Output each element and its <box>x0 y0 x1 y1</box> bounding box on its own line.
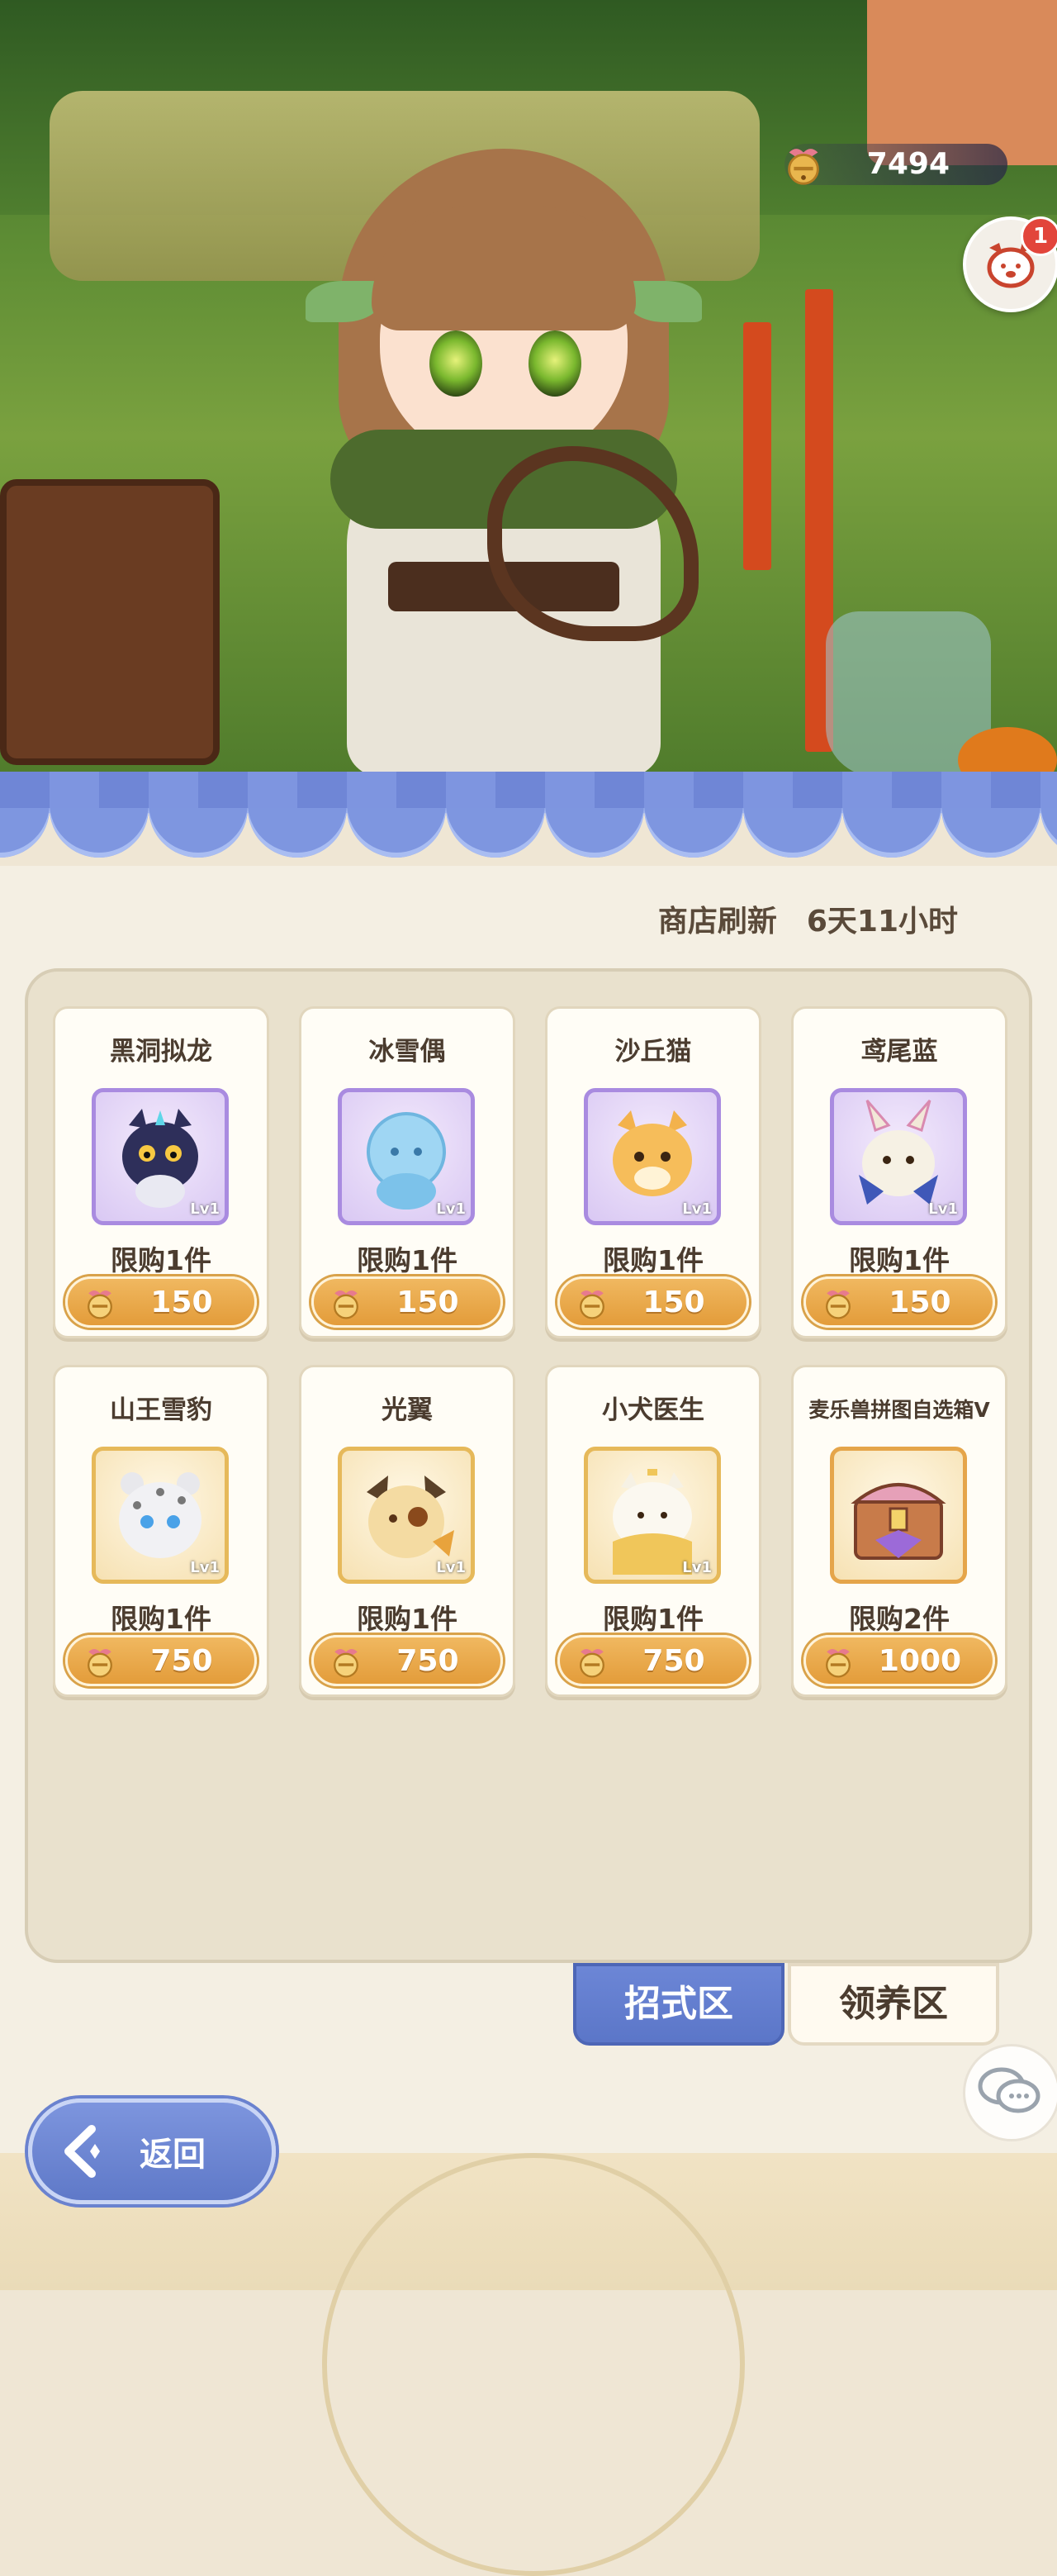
back-label: 返回 <box>140 2136 206 2174</box>
purchase-limit: 限购1件 <box>111 1603 211 1635</box>
back-arrow-icon <box>64 2125 100 2178</box>
bell-currency-icon <box>826 1649 851 1678</box>
game-scene <box>0 0 1057 793</box>
buy-button[interactable]: 1000 <box>803 1635 995 1686</box>
item-portrait: Lv1 <box>338 1088 475 1225</box>
item-price: 150 <box>889 1286 951 1319</box>
item-portrait: Lv1 <box>338 1447 475 1584</box>
shop-item-card[interactable]: 麦乐兽拼图自选箱Ⅴ 限购2件 1000 <box>791 1365 1007 1697</box>
shop-item-card[interactable]: 光翼 Lv1 限购1件 750 <box>299 1365 515 1697</box>
shop-item-card[interactable]: 鸢尾蓝 Lv1 限购1件 150 <box>791 1006 1007 1338</box>
buy-button[interactable]: 150 <box>65 1276 257 1328</box>
item-price: 150 <box>396 1286 459 1319</box>
bell-currency-icon <box>826 1290 851 1319</box>
house-wall <box>867 0 1057 165</box>
item-price: 750 <box>396 1644 459 1678</box>
suitcase-prop <box>0 479 220 765</box>
bell-currency-icon <box>88 1649 112 1678</box>
tab-moves[interactable]: 招式区 <box>573 1963 784 2046</box>
buy-button[interactable]: 750 <box>65 1635 257 1686</box>
shop-item-card[interactable]: 山王雪豹 Lv1 限购1件 750 <box>53 1365 269 1697</box>
treasure-chest-icon <box>851 1483 946 1560</box>
item-portrait: Lv1 <box>830 1088 967 1225</box>
item-price: 150 <box>150 1286 213 1319</box>
bell-currency-icon <box>788 149 819 185</box>
purchase-limit: 限购1件 <box>603 1603 704 1635</box>
item-name: 麦乐兽拼图自选箱Ⅴ <box>808 1398 990 1422</box>
purchase-limit: 限购1件 <box>849 1244 950 1276</box>
back-button[interactable]: 返回 <box>28 2098 276 2204</box>
item-name: 冰雪偶 <box>368 1037 446 1067</box>
buy-button[interactable]: 750 <box>311 1635 503 1686</box>
item-portrait: Lv1 <box>584 1088 721 1225</box>
purchase-limit: 限购1件 <box>111 1244 211 1276</box>
level-badge: Lv1 <box>682 1200 712 1218</box>
level-badge: Lv1 <box>436 1559 466 1576</box>
tab-adoption[interactable]: 领养区 <box>788 1963 999 2046</box>
chat-bubble-icon <box>978 2067 1040 2113</box>
level-badge: Lv1 <box>436 1200 466 1218</box>
shop-refresh-timer: 商店刷新 6天11小时 <box>658 897 958 940</box>
shopkeeper-character <box>281 132 743 777</box>
red-post <box>743 322 771 570</box>
shop-item-card[interactable]: 小犬医生 Lv1 限购1件 750 <box>545 1365 761 1697</box>
purchase-limit: 限购1件 <box>603 1244 704 1276</box>
refresh-time: 6天11小时 <box>806 905 958 939</box>
level-badge: Lv1 <box>190 1559 220 1576</box>
bell-currency-icon <box>88 1290 112 1319</box>
purchase-limit: 限购2件 <box>849 1603 950 1635</box>
item-portrait: Lv1 <box>584 1447 721 1584</box>
item-name: 沙丘猫 <box>614 1037 692 1067</box>
bell-currency-icon <box>580 1290 604 1319</box>
item-price: 1000 <box>878 1644 962 1678</box>
item-name: 小犬医生 <box>602 1395 704 1425</box>
currency-value: 7494 <box>866 147 950 181</box>
item-price: 750 <box>150 1644 213 1678</box>
bell-currency-icon <box>334 1649 358 1678</box>
bell-currency-icon <box>580 1649 604 1678</box>
buy-button[interactable]: 150 <box>557 1276 749 1328</box>
buy-button[interactable]: 150 <box>311 1276 503 1328</box>
level-badge: Lv1 <box>682 1559 712 1576</box>
shop-item-card[interactable]: 沙丘猫 Lv1 限购1件 150 <box>545 1006 761 1338</box>
notification-badge: 1 <box>1021 216 1057 256</box>
bell-currency-icon <box>334 1290 358 1319</box>
item-portrait: Lv1 <box>92 1447 229 1584</box>
item-price: 150 <box>642 1286 705 1319</box>
purchase-limit: 限购1件 <box>357 1603 457 1635</box>
item-name: 山王雪豹 <box>110 1395 212 1425</box>
item-portrait <box>830 1447 967 1584</box>
item-price: 750 <box>642 1644 705 1678</box>
purchase-limit: 限购1件 <box>357 1244 457 1276</box>
item-name: 黑洞拟龙 <box>110 1037 212 1067</box>
shop-item-card[interactable]: 黑洞拟龙 Lv1 限购1件 150 <box>53 1006 269 1338</box>
buy-button[interactable]: 750 <box>557 1635 749 1686</box>
currency-display: 7494 <box>784 144 1007 185</box>
buy-button[interactable]: 150 <box>803 1276 995 1328</box>
shop-awning <box>0 772 1057 866</box>
item-name: 光翼 <box>382 1395 433 1425</box>
chat-button[interactable] <box>963 2044 1057 2141</box>
refresh-label: 商店刷新 <box>657 905 777 939</box>
shop-item-card[interactable]: 冰雪偶 Lv1 限购1件 150 <box>299 1006 515 1338</box>
level-badge: Lv1 <box>928 1200 958 1218</box>
level-badge: Lv1 <box>190 1200 220 1218</box>
item-portrait: Lv1 <box>92 1088 229 1225</box>
pet-menu-button[interactable]: 1 <box>963 216 1057 312</box>
item-name: 鸢尾蓝 <box>860 1037 938 1067</box>
